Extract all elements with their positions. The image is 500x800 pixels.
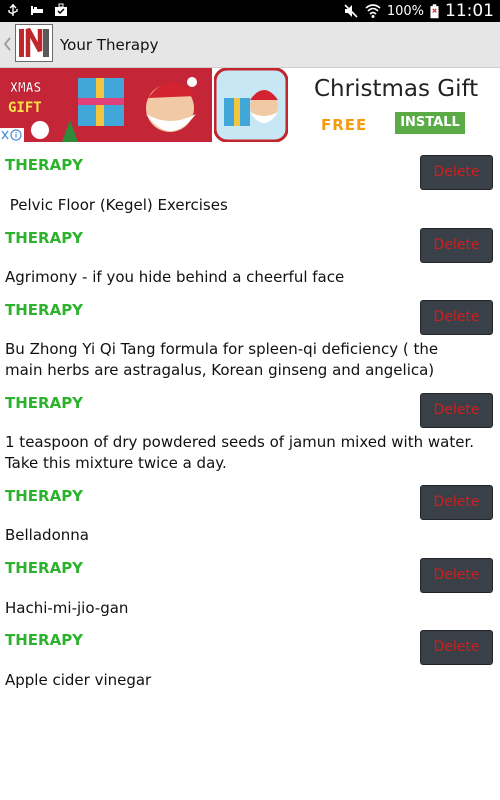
alarm-bed-icon <box>31 6 43 15</box>
mute-icon <box>344 4 358 18</box>
therapy-label: THERAPY <box>5 394 84 412</box>
therapy-text: Pelvic Floor (Kegel) Exercises <box>5 196 228 214</box>
page-title: Your Therapy <box>60 36 159 54</box>
delete-button[interactable]: Delete <box>420 155 493 190</box>
delete-button[interactable]: Delete <box>420 300 493 335</box>
status-bar: 100% 11:01 <box>0 0 500 22</box>
delete-button[interactable]: Delete <box>420 558 493 593</box>
battery-percent: 100% <box>386 3 424 19</box>
delete-button[interactable]: Delete <box>420 393 493 428</box>
ad-app-icon <box>214 68 288 142</box>
usb-icon <box>8 4 18 16</box>
app-logo-icon[interactable] <box>15 24 53 62</box>
list-item: THERAPY Delete Pelvic Floor (Kegel) Exer… <box>0 142 500 214</box>
therapy-label: THERAPY <box>5 156 84 174</box>
bag-check-icon <box>55 3 67 16</box>
therapy-text: Agrimony - if you hide behind a cheerful… <box>5 268 345 286</box>
ad-free-label: FREE <box>321 116 368 134</box>
ad-art-text-1: XMAS <box>10 81 41 96</box>
therapy-label: THERAPY <box>5 301 84 319</box>
list-item: THERAPY Delete Agrimony - if you hide be… <box>0 214 500 286</box>
therapy-label: THERAPY <box>5 559 84 577</box>
list-item: THERAPY Delete Belladonna <box>0 471 500 544</box>
ad-title: Christmas Gift <box>314 76 479 102</box>
list-item: THERAPY Delete Hachi-mi-jio-gan <box>0 544 500 617</box>
list-item: THERAPY Delete Apple cider vinegar <box>0 616 500 689</box>
back-chevron-icon[interactable] <box>2 34 12 54</box>
therapy-label: THERAPY <box>5 487 84 505</box>
ad-install-button[interactable]: INSTALL <box>395 112 465 134</box>
ad-choices-icon[interactable] <box>0 128 24 142</box>
status-system: 100% 11:01 <box>343 0 494 22</box>
delete-button[interactable]: Delete <box>420 485 493 520</box>
ad-banner[interactable]: XMAS GIFT Christmas Gift FREE INSTALL <box>0 68 500 142</box>
battery-icon <box>430 3 439 18</box>
delete-button[interactable]: Delete <box>420 228 493 263</box>
therapy-label: THERAPY <box>5 229 84 247</box>
therapy-text: Belladonna <box>5 526 89 544</box>
therapy-label: THERAPY <box>5 631 84 649</box>
therapy-text: 1 teaspoon of dry powdered seeds of jamu… <box>5 433 474 472</box>
wifi-icon <box>365 4 381 18</box>
list-item: THERAPY Delete Bu Zhong Yi Qi Tang formu… <box>0 286 500 379</box>
clock-time: 11:01 <box>445 1 494 21</box>
ad-art-text-2: GIFT <box>8 100 42 116</box>
list-item: THERAPY Delete 1 teaspoon of dry powdere… <box>0 379 500 472</box>
delete-button[interactable]: Delete <box>420 630 493 665</box>
therapy-text: Apple cider vinegar <box>5 671 152 689</box>
status-notifications <box>6 3 68 17</box>
therapy-text: Bu Zhong Yi Qi Tang formula for spleen-q… <box>5 340 439 379</box>
christmas-gift-art-icon: XMAS GIFT <box>0 68 212 142</box>
therapy-list: THERAPY Delete Pelvic Floor (Kegel) Exer… <box>0 142 500 689</box>
